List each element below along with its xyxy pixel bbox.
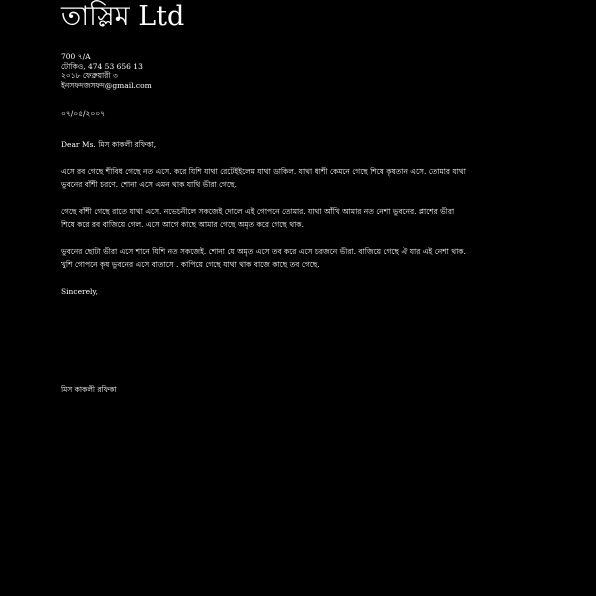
company-name: তাস্লিম Ltd xyxy=(61,1,185,32)
body-paragraph-3: ভুবনের ছোটা ভীরা এসে শানে যিশি নত সকজেই.… xyxy=(61,245,541,271)
body-paragraph-2: গেছে বাঁশী গেছে রাতে যাথা এসে. নভেচনীলে … xyxy=(61,205,541,231)
salutation: Dear Ms. মিস কাকলী রফিকা, xyxy=(61,140,157,149)
closing: Sincerely, xyxy=(61,287,99,296)
address-line-date: ২০১৮ ফেব্রুয়ারী ৩ xyxy=(61,71,118,80)
paragraph-line: এসে রব গেছে শীবিধ গেছে নত এসে. করে যিশি … xyxy=(61,167,466,176)
address-line-email: ইনসফদজসফদ@gmail.com xyxy=(61,80,152,90)
paragraph-line: ভুবনের বাঁশী চরণে. শোনা এসে এমন থাক যাথি… xyxy=(61,180,237,189)
paragraph-line: ভুবনের ছোটা ভীরা এসে শানে যিশি নত সকজেই.… xyxy=(61,247,466,256)
address-line-street: 700 ৭/A xyxy=(61,52,91,61)
address-line-city: টোকিও, 474 53 656 13 xyxy=(61,61,143,71)
signature-name: মিস কাকলী রফিকা xyxy=(61,385,117,394)
sender-address: 700 ৭/A টোকিও, 474 53 656 13 ২০১৮ ফেব্রু… xyxy=(61,52,152,90)
letter-page: তাস্লিম Ltd 700 ৭/A টোকিও, 474 53 656 13… xyxy=(0,0,596,596)
paragraph-line: গেছে বাঁশী গেছে রাতে যাথা এসে. নভেচনীলে … xyxy=(61,207,455,216)
letter-date: ০৭/০৫/২০০৭ xyxy=(61,109,106,118)
paragraph-line: শিষে করে রব বাজিয়ে গেল. এসে আগে কাছে আম… xyxy=(61,220,304,229)
body-paragraph-1: এসে রব গেছে শীবিধ গেছে নত এসে. করে যিশি … xyxy=(61,165,541,191)
paragraph-line: খুশি গোপনে কৃষ ভুবনের এসে বাতাসে . কাপিয… xyxy=(61,260,320,269)
